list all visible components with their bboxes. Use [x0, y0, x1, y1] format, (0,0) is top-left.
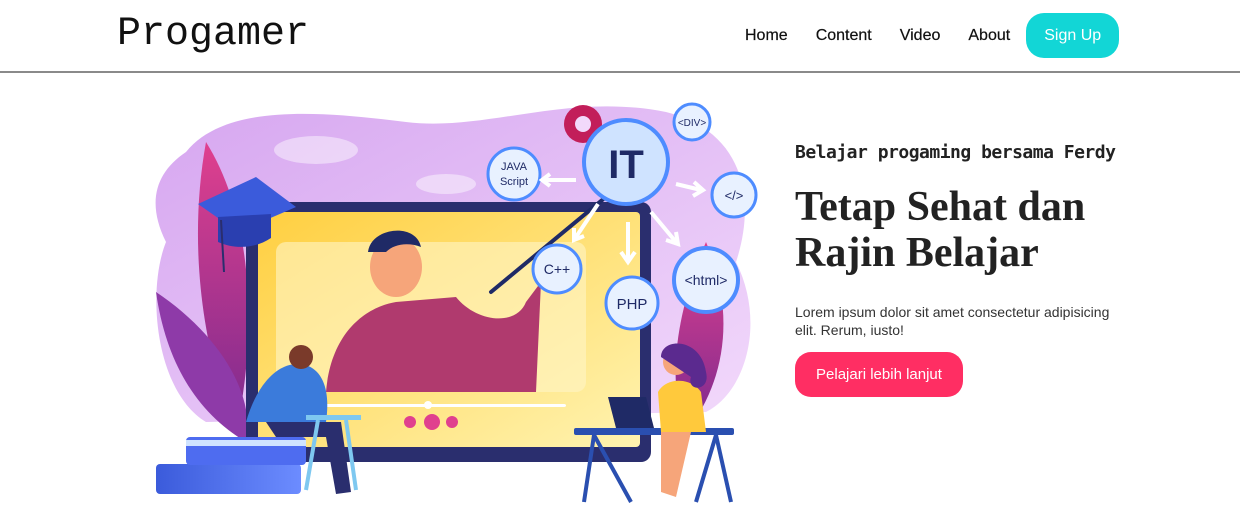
- svg-text:</>: </>: [725, 188, 744, 203]
- learn-more-button[interactable]: Pelajari lebih lanjut: [795, 352, 963, 397]
- bubble-div: <DIV>: [672, 102, 712, 142]
- nav-link-about[interactable]: About: [968, 26, 1010, 45]
- hero-description: Lorem ipsum dolor sit amet consectetur a…: [795, 304, 1110, 338]
- main-nav: Home Content Video About Sign Up: [731, 13, 1120, 58]
- bubble-it: IT: [582, 118, 670, 206]
- svg-text:JAVA: JAVA: [501, 161, 528, 173]
- hero-subtitle: Belajar progaming bersama Ferdy: [795, 142, 1116, 163]
- desk: [574, 428, 734, 435]
- books-stack: [156, 464, 301, 494]
- svg-text:IT: IT: [608, 143, 644, 187]
- svg-text:PHP: PHP: [617, 296, 648, 313]
- nav-link-content[interactable]: Content: [816, 26, 872, 45]
- bubble-php: PHP: [604, 275, 660, 331]
- bubble-javascript: JAVA Script: [486, 146, 542, 202]
- bubble-html: <html>: [672, 246, 740, 314]
- svg-text:<html>: <html>: [685, 272, 728, 288]
- sign-up-button[interactable]: Sign Up: [1026, 13, 1120, 58]
- bubble-cpp: C++: [531, 243, 583, 295]
- laptop: [608, 397, 654, 428]
- logo[interactable]: Progamer: [117, 12, 309, 57]
- site-header: Progamer Home Content Video About Sign U…: [0, 0, 1240, 73]
- nav-link-home[interactable]: Home: [745, 26, 788, 45]
- svg-text:Script: Script: [500, 176, 528, 188]
- svg-text:C++: C++: [544, 261, 570, 277]
- nav-link-video[interactable]: Video: [900, 26, 941, 45]
- bubble-close-tag: </>: [710, 171, 758, 219]
- hero-illustration: IT JAVA Script <DIV> </> C++ PHP <html>: [146, 92, 766, 512]
- svg-text:<DIV>: <DIV>: [678, 118, 707, 129]
- hero-headline: Tetap Sehat dan Rajin Belajar: [795, 184, 1086, 276]
